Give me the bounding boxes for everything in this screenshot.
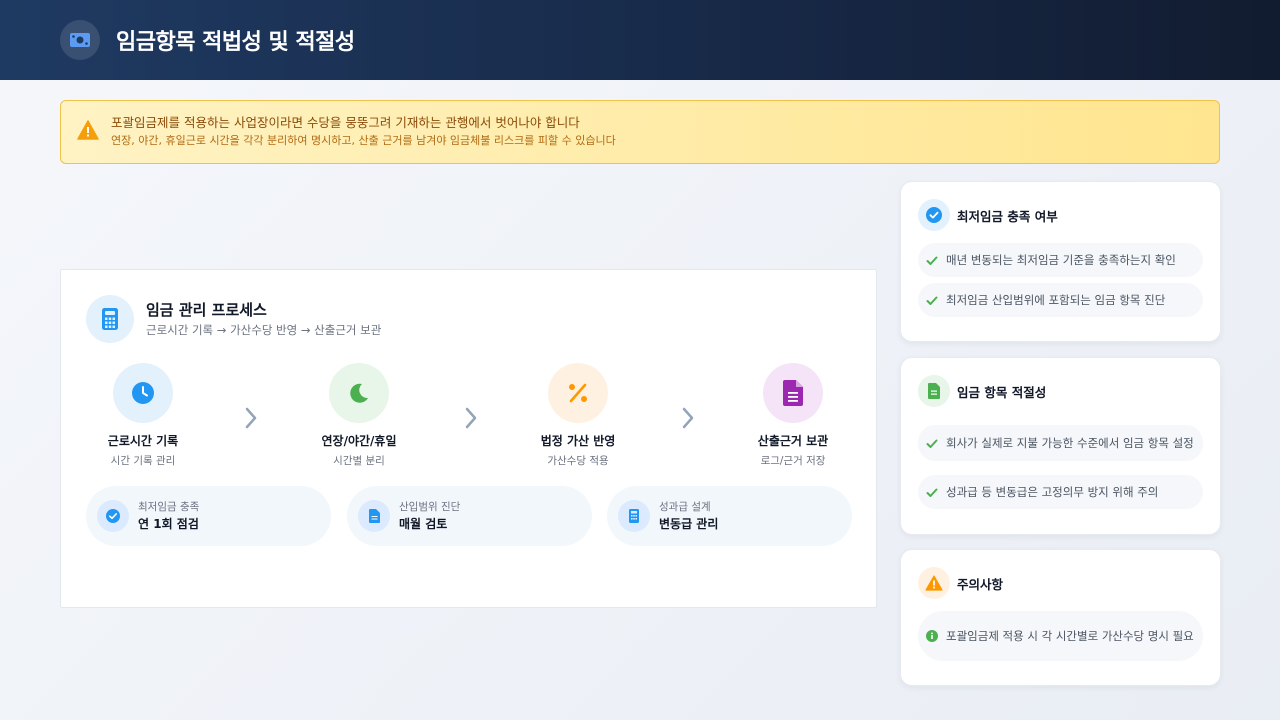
check-icon — [926, 291, 938, 310]
pill-subtitle: 최저임금 충족 — [138, 500, 200, 513]
wage-process-card: 임금 관리 프로세스 근로시간 기록 → 가산수당 반영 → 산출근거 보관 근… — [60, 269, 877, 608]
summary-pill: 최저임금 충족 연 1회 점검 — [86, 486, 331, 546]
process-step: 산출근거 보관 로그/근거 저장 — [723, 363, 863, 469]
process-subtitle: 근로시간 기록 → 가산수당 반영 → 산출근거 보관 — [146, 323, 382, 337]
info-icon — [926, 627, 938, 646]
page-title: 임금항목 적법성 및 적절성 — [116, 30, 355, 55]
warning-subtitle: 연장, 야간, 휴일근로 시간을 각각 분리하여 명시하고, 산출 근거를 남겨… — [111, 134, 616, 147]
check-circle-icon — [918, 199, 950, 231]
pill-value: 변동급 관리 — [659, 516, 719, 531]
page-header: 임금항목 적법성 및 적절성 — [0, 0, 1280, 80]
process-step: 법정 가산 반영 가산수당 적용 — [508, 363, 648, 469]
warning-icon — [77, 120, 99, 144]
list-item-text: 최저임금 산입범위에 포함되는 임금 항목 진단 — [946, 293, 1166, 307]
warning-icon — [918, 567, 950, 599]
step-desc: 로그/근거 저장 — [760, 455, 826, 467]
list-item-text: 회사가 실제로 지불 가능한 수준에서 임금 항목 설정 — [946, 436, 1194, 450]
min-wage-card: 최저임금 충족 여부 매년 변동되는 최저임금 기준을 충족하는지 확인 최저임… — [900, 181, 1221, 342]
wage-items-card: 임금 항목 적절성 회사가 실제로 지불 가능한 수준에서 임금 항목 설정 성… — [900, 357, 1221, 535]
summary-pill: 성과급 설계 변동급 관리 — [607, 486, 852, 546]
card-title: 임금 항목 적절성 — [957, 384, 1047, 400]
list-item-text: 포괄임금제 적용 시 각 시간별로 가산수당 명시 필요 — [946, 629, 1194, 643]
document-icon — [763, 363, 823, 423]
step-label: 법정 가산 반영 — [540, 434, 616, 448]
pill-value: 매월 검토 — [399, 516, 448, 531]
pill-subtitle: 산입범위 진단 — [399, 500, 461, 513]
list-item: 최저임금 산입범위에 포함되는 임금 항목 진단 — [918, 283, 1203, 317]
list-item-text: 매년 변동되는 최저임금 기준을 충족하는지 확인 — [946, 253, 1176, 267]
chevron-right-icon — [461, 404, 481, 432]
summary-pill: 산입범위 진단 매월 검토 — [347, 486, 592, 546]
check-icon — [926, 483, 938, 502]
money-bill-icon — [60, 20, 100, 60]
caution-card: 주의사항 포괄임금제 적용 시 각 시간별로 가산수당 명시 필요 — [900, 549, 1221, 686]
card-title: 최저임금 충족 여부 — [957, 208, 1058, 224]
check-circle-icon — [97, 500, 129, 532]
step-label: 근로시간 기록 — [107, 434, 179, 448]
document-icon — [918, 375, 950, 407]
pill-value: 연 1회 점검 — [138, 516, 199, 531]
step-desc: 가산수당 적용 — [547, 455, 609, 467]
process-title: 임금 관리 프로세스 — [146, 301, 267, 319]
check-icon — [926, 251, 938, 270]
percent-icon — [548, 363, 608, 423]
list-item: 매년 변동되는 최저임금 기준을 충족하는지 확인 — [918, 243, 1203, 277]
step-desc: 시간별 분리 — [333, 455, 385, 467]
list-item: 회사가 실제로 지불 가능한 수준에서 임금 항목 설정 — [918, 425, 1203, 461]
process-step: 연장/야간/휴일 시간별 분리 — [289, 363, 429, 469]
warning-banner: 포괄임금제를 적용하는 사업장이라면 수당을 뭉뚱그려 기재하는 관행에서 벗어… — [60, 100, 1220, 164]
list-item: 성과급 등 변동급은 고정의무 방지 위해 주의 — [918, 475, 1203, 509]
check-icon — [926, 434, 938, 453]
process-step: 근로시간 기록 시간 기록 관리 — [73, 363, 213, 469]
chevron-right-icon — [678, 404, 698, 432]
calculator-icon — [618, 500, 650, 532]
step-label: 연장/야간/휴일 — [321, 434, 397, 448]
calculator-icon — [86, 295, 134, 343]
pill-subtitle: 성과급 설계 — [659, 500, 711, 513]
card-title: 주의사항 — [957, 576, 1004, 592]
step-label: 산출근거 보관 — [757, 434, 829, 448]
step-desc: 시간 기록 관리 — [110, 455, 176, 467]
warning-title: 포괄임금제를 적용하는 사업장이라면 수당을 뭉뚱그려 기재하는 관행에서 벗어… — [111, 115, 580, 130]
clock-icon — [113, 363, 173, 423]
list-item-text: 성과급 등 변동급은 고정의무 방지 위해 주의 — [946, 485, 1159, 499]
document-icon — [358, 500, 390, 532]
list-item: 포괄임금제 적용 시 각 시간별로 가산수당 명시 필요 — [918, 611, 1203, 661]
moon-icon — [329, 363, 389, 423]
chevron-right-icon — [241, 404, 261, 432]
